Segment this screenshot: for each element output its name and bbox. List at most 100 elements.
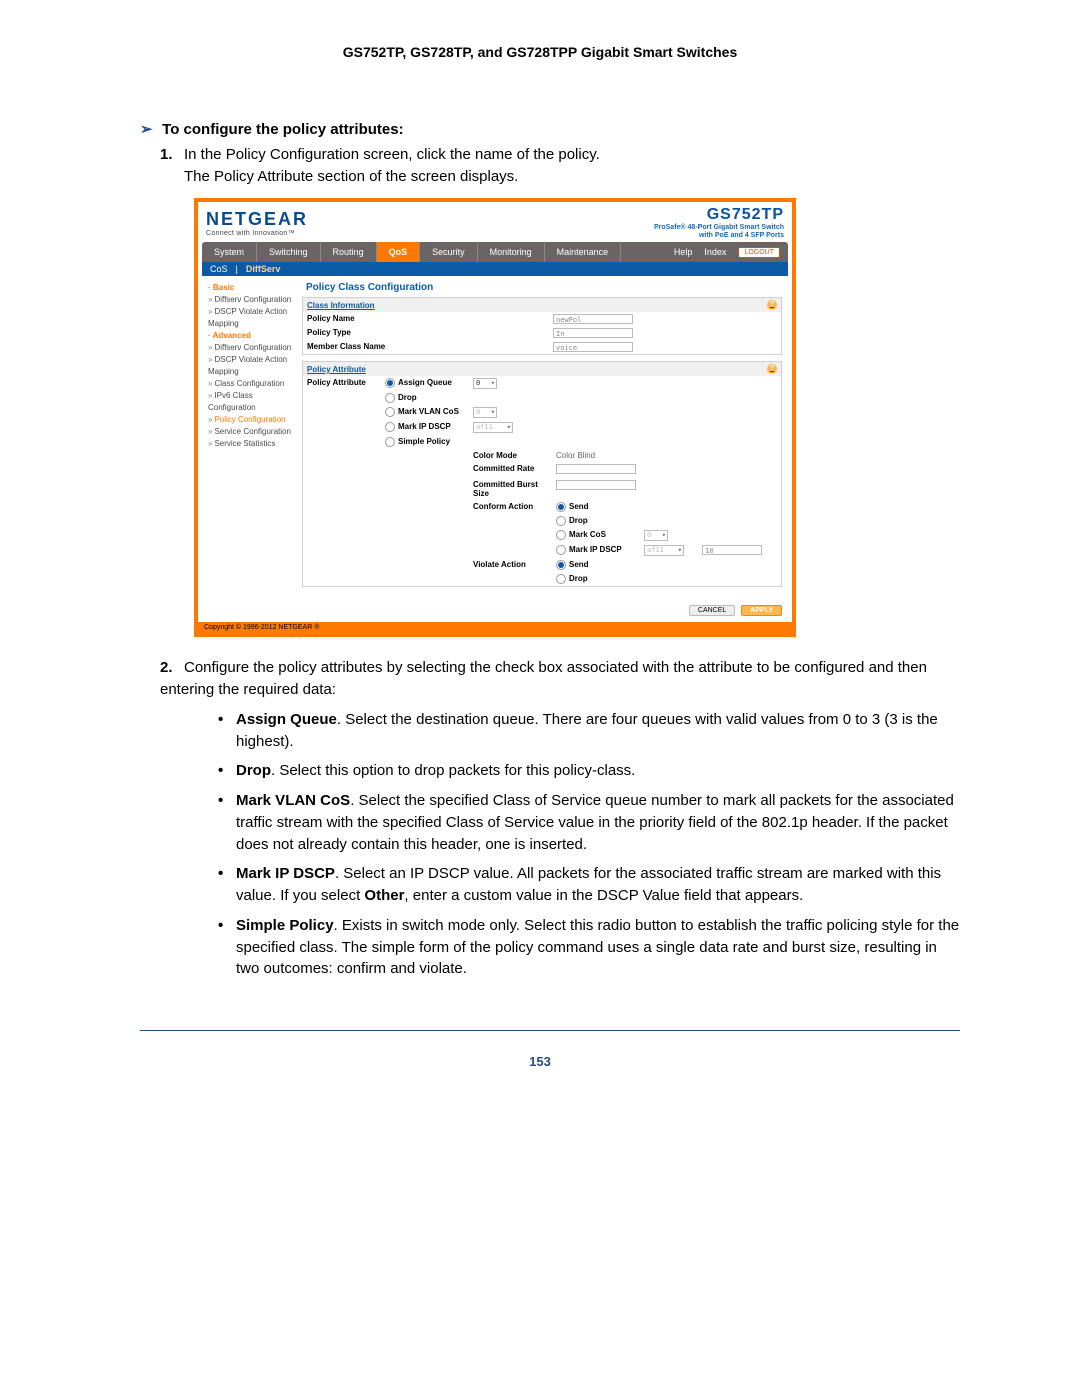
- product-desc-1: ProSafe® 48-Port Gigabit Smart Switch: [654, 224, 784, 232]
- tab-switching[interactable]: Switching: [257, 242, 321, 262]
- member-class-input[interactable]: voice: [553, 342, 633, 352]
- radio-conform-drop[interactable]: [556, 516, 566, 526]
- color-mode-value: Color Blind: [552, 449, 781, 462]
- brand-tagline: Connect with Innovation™: [206, 230, 308, 237]
- radio-simple-policy[interactable]: [385, 437, 395, 447]
- class-info-panel: Class Information ? Policy Name newPol: [302, 297, 782, 355]
- page-number: 153: [0, 1054, 1080, 1069]
- conform-mark-cos-label: Mark CoS: [569, 530, 606, 539]
- subnav-sep: |: [236, 264, 238, 274]
- radio-violate-drop[interactable]: [556, 574, 566, 584]
- radio-conform-mark-cos[interactable]: [556, 530, 566, 540]
- radio-mark-vlan-cos[interactable]: [385, 407, 395, 417]
- sidebar-service-config[interactable]: Service Configuration: [208, 426, 298, 438]
- committed-burst-label: Committed Burst Size: [473, 480, 538, 498]
- subnav-diffserv[interactable]: DiffServ: [246, 264, 281, 274]
- tab-monitoring[interactable]: Monitoring: [478, 242, 545, 262]
- bullet-mark-vlan-cos: • Mark VLAN CoS. Select the specified Cl…: [218, 790, 960, 855]
- sidebar-dscp-violate-basic[interactable]: DSCP Violate Action Mapping: [208, 306, 298, 330]
- sidebar-dscp-violate-adv[interactable]: DSCP Violate Action Mapping: [208, 354, 298, 378]
- step-1: 1.In the Policy Configuration screen, cl…: [160, 144, 960, 188]
- assign-queue-label: Assign Queue: [398, 378, 452, 387]
- policy-attr-header: Policy Attribute: [307, 365, 366, 374]
- committed-rate-label: Committed Rate: [473, 464, 534, 473]
- conform-mark-ip-dscp-select[interactable]: af11: [644, 545, 684, 556]
- bullet-simple-policy: • Simple Policy. Exists in switch mode o…: [218, 915, 960, 980]
- policy-type-label: Policy Type: [303, 326, 421, 340]
- radio-assign-queue[interactable]: [385, 378, 395, 388]
- radio-drop[interactable]: [385, 393, 395, 403]
- help-icon[interactable]: ?: [767, 300, 777, 310]
- tab-security[interactable]: Security: [420, 242, 478, 262]
- bullet-drop: • Drop. Select this option to drop packe…: [218, 760, 960, 782]
- committed-rate-input[interactable]: [556, 464, 636, 474]
- subnav-cos[interactable]: CoS: [210, 264, 228, 274]
- radio-conform-send[interactable]: [556, 502, 566, 512]
- product-model: GS752TP: [654, 206, 784, 224]
- violate-action-label: Violate Action: [473, 560, 526, 569]
- violate-send-label: Send: [569, 560, 589, 569]
- step2-num: 2.: [160, 657, 184, 679]
- policy-attr-label: Policy Attribute: [303, 376, 381, 391]
- task-title: To configure the policy attributes:: [162, 121, 403, 138]
- tab-maintenance[interactable]: Maintenance: [545, 242, 622, 262]
- brand-logo: NETGEAR: [206, 209, 308, 230]
- section-title: Policy Class Configuration: [302, 280, 782, 297]
- embedded-screenshot: NETGEAR Connect with Innovation™ GS752TP…: [194, 198, 796, 638]
- step-2: 2.Configure the policy attributes by sel…: [160, 657, 960, 701]
- mark-ip-dscp-label: Mark IP DSCP: [398, 422, 451, 431]
- apply-button[interactable]: APPLY: [741, 605, 782, 616]
- sidebar-policy-config[interactable]: Policy Configuration: [208, 414, 298, 426]
- tab-system[interactable]: System: [202, 242, 257, 262]
- nav-index[interactable]: Index: [704, 247, 726, 257]
- logout-button[interactable]: LOGOUT: [738, 247, 780, 258]
- conform-mark-ip-dscp-input[interactable]: 10: [702, 545, 762, 555]
- assign-queue-select[interactable]: 0: [473, 378, 497, 389]
- violate-drop-label: Drop: [569, 574, 588, 583]
- cancel-button[interactable]: CANCEL: [689, 605, 735, 616]
- member-class-label: Member Class Name: [303, 340, 421, 354]
- sidebar-basic[interactable]: · Basic: [208, 282, 298, 294]
- bullet-assign-queue: • Assign Queue. Select the destination q…: [218, 709, 960, 753]
- conform-mark-ip-dscp-label: Mark IP DSCP: [569, 545, 622, 554]
- sidebar-ipv6-class-config[interactable]: IPv6 Class Configuration: [208, 390, 298, 414]
- step1-line2: The Policy Attribute section of the scre…: [184, 166, 960, 188]
- conform-mark-cos-select[interactable]: 0: [644, 530, 668, 541]
- sidebar-diffserv-config-basic[interactable]: Diffserv Configuration: [208, 294, 298, 306]
- radio-violate-send[interactable]: [556, 560, 566, 570]
- mark-vlan-cos-select[interactable]: 0: [473, 407, 497, 418]
- document-title: GS752TP, GS728TP, and GS728TPP Gigabit S…: [0, 44, 1080, 60]
- step1-line1: In the Policy Configuration screen, clic…: [184, 146, 600, 163]
- main-panel: Policy Class Configuration Class Informa…: [302, 276, 788, 599]
- help-icon[interactable]: ?: [767, 364, 777, 374]
- task-heading: ➢ To configure the policy attributes:: [140, 120, 960, 138]
- radio-mark-ip-dscp[interactable]: [385, 422, 395, 432]
- step1-num: 1.: [160, 144, 184, 166]
- class-info-header: Class Information: [307, 301, 375, 310]
- sidebar-class-config[interactable]: Class Configuration: [208, 378, 298, 390]
- committed-burst-input[interactable]: [556, 480, 636, 490]
- policy-name-input[interactable]: newPol: [553, 314, 633, 324]
- sidebar: · Basic Diffserv Configuration DSCP Viol…: [202, 276, 302, 599]
- task-arrow-icon: ➢: [140, 120, 158, 138]
- sidebar-diffserv-config-adv[interactable]: Diffserv Configuration: [208, 342, 298, 354]
- main-nav: System Switching Routing QoS Security Mo…: [202, 242, 788, 262]
- radio-conform-mark-ip-dscp[interactable]: [556, 545, 566, 555]
- color-mode-label: Color Mode: [473, 451, 517, 460]
- sub-nav: CoS | DiffServ: [202, 262, 788, 276]
- conform-send-label: Send: [569, 502, 589, 511]
- product-desc-2: with PoE and 4 SFP Ports: [654, 232, 784, 240]
- simple-policy-label: Simple Policy: [398, 437, 450, 446]
- policy-type-input[interactable]: In: [553, 328, 633, 338]
- sidebar-advanced[interactable]: · Advanced: [208, 330, 298, 342]
- conform-action-label: Conform Action: [473, 502, 533, 511]
- conform-drop-label: Drop: [569, 516, 588, 525]
- tab-qos[interactable]: QoS: [377, 242, 421, 262]
- tab-routing[interactable]: Routing: [321, 242, 377, 262]
- policy-name-label: Policy Name: [303, 312, 421, 326]
- sidebar-service-stats[interactable]: Service Statistics: [208, 438, 298, 450]
- copyright: Copyright © 1996-2012 NETGEAR ®: [198, 622, 792, 633]
- mark-vlan-cos-label: Mark VLAN CoS: [398, 407, 459, 416]
- nav-help[interactable]: Help: [674, 247, 693, 257]
- mark-ip-dscp-select[interactable]: af11: [473, 422, 513, 433]
